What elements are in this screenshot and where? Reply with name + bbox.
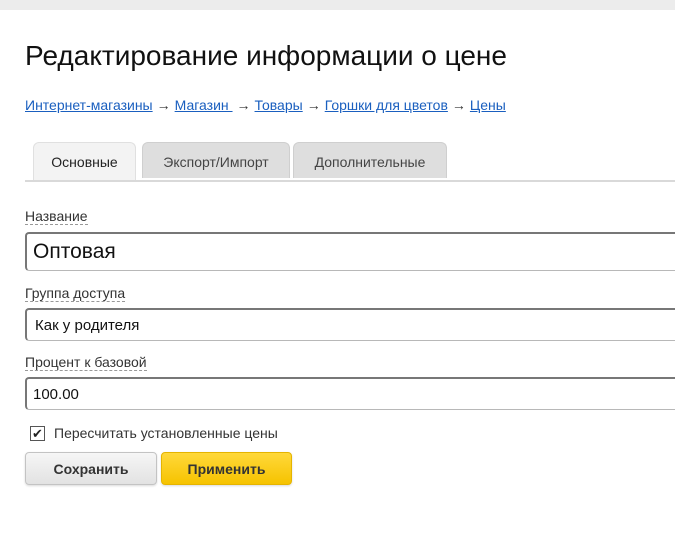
tab-additional[interactable]: Дополнительные [293,142,447,178]
breadcrumb: Интернет-магазины → Магазин → Товары → Горшки… [25,97,506,113]
recalc-row: ✔ Пересчитать установленные цены [30,425,278,441]
tab-bar: Основные Экспорт/Импорт Дополнительные [25,142,675,182]
name-value: Оптовая [33,240,116,263]
breadcrumb-link-flowerpots[interactable]: Горшки для цветов [325,97,448,113]
percent-label: Процент к базовой [25,354,147,371]
breadcrumb-link-products[interactable]: Товары [255,97,303,113]
breadcrumb-arrow: → [306,97,321,113]
percent-value: 100.00 [33,385,79,403]
access-group-value: Как у родителя [35,316,140,334]
breadcrumb-arrow: → [236,97,251,113]
percent-field[interactable]: 100.00 [25,377,675,410]
checkmark-icon: ✔ [32,425,43,441]
save-button[interactable]: Сохранить [25,452,157,485]
access-group-label: Группа доступа [25,285,126,302]
breadcrumb-arrow: → [451,97,466,113]
breadcrumb-link-shop[interactable]: Магазин [175,97,233,113]
breadcrumb-link-shops[interactable]: Интернет-магазины [25,97,153,113]
name-label: Название [25,208,88,225]
access-group-select[interactable]: Как у родителя [25,308,675,341]
top-bar [0,0,675,10]
name-field[interactable]: Оптовая [25,232,675,271]
tab-export-import[interactable]: Экспорт/Импорт [142,142,290,178]
apply-button[interactable]: Применить [161,452,292,485]
recalc-label[interactable]: Пересчитать установленные цены [54,425,278,441]
breadcrumb-link-prices[interactable]: Цены [470,97,506,113]
tab-main[interactable]: Основные [33,142,136,180]
page-title: Редактирование информации о цене [25,40,507,71]
recalc-checkbox[interactable]: ✔ [30,425,45,441]
breadcrumb-arrow: → [156,97,171,113]
